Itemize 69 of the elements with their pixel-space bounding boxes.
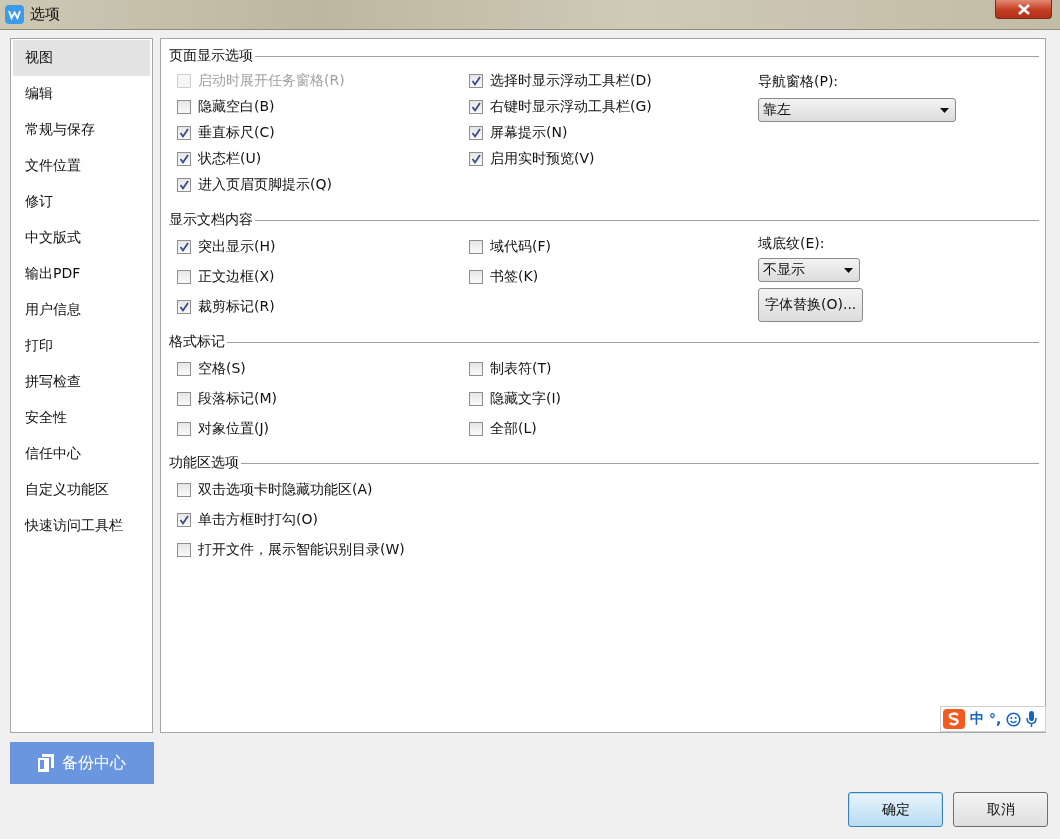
- checkbox[interactable]: 正文边框(X): [177, 262, 275, 292]
- ok-button[interactable]: 确定: [848, 792, 943, 827]
- dropdown[interactable]: 靠左: [758, 98, 956, 122]
- checkbox[interactable]: 全部(L): [469, 414, 537, 444]
- check-icon: [470, 153, 482, 165]
- checkbox[interactable]: 书签(K): [469, 262, 539, 292]
- sidebar-item[interactable]: 安全性: [13, 400, 150, 436]
- checkbox[interactable]: 单击方框时打勾(O): [177, 505, 318, 535]
- checkbox[interactable]: 空格(S): [177, 354, 246, 384]
- checkbox[interactable]: 段落标记(M): [177, 384, 277, 414]
- check-icon: [470, 75, 482, 87]
- smiley-icon[interactable]: [1006, 711, 1022, 727]
- check-icon: [178, 153, 190, 165]
- sidebar-item[interactable]: 打印: [13, 328, 150, 364]
- check-icon: [470, 127, 482, 139]
- section-title: 功能区选项: [169, 454, 239, 472]
- sidebar-item[interactable]: 输出PDF: [13, 256, 150, 292]
- checkbox[interactable]: 垂直标尺(C): [177, 120, 275, 146]
- sidebar-item[interactable]: 常规与保存: [13, 112, 150, 148]
- window-title: 选项: [30, 5, 60, 24]
- sidebar-item[interactable]: 用户信息: [13, 292, 150, 328]
- check-icon: [178, 127, 190, 139]
- checkbox[interactable]: 选择时显示浮动工具栏(D): [469, 68, 652, 94]
- checkbox[interactable]: 域代码(F): [469, 232, 551, 262]
- sidebar-item[interactable]: 信任中心: [13, 436, 150, 472]
- sidebar-item[interactable]: 自定义功能区: [13, 472, 150, 508]
- checkbox[interactable]: 对象位置(J): [177, 414, 270, 444]
- sidebar-item[interactable]: 文件位置: [13, 148, 150, 184]
- section-title: 页面显示选项: [169, 47, 253, 65]
- font-substitution-button[interactable]: 字体替换(O)...: [758, 288, 864, 322]
- dropdown[interactable]: 不显示: [758, 258, 860, 282]
- checkbox[interactable]: 右键时显示浮动工具栏(G): [469, 94, 652, 120]
- field-label: 导航窗格(P):: [758, 72, 839, 91]
- punctuation-toggle[interactable]: °,: [989, 711, 1002, 727]
- checkbox[interactable]: 屏幕提示(N): [469, 120, 568, 146]
- checkbox[interactable]: 状态栏(U): [177, 146, 262, 172]
- checkbox[interactable]: 隐藏文字(I): [469, 384, 562, 414]
- caret-icon: [844, 267, 853, 273]
- document-icon: [38, 754, 54, 772]
- check-icon: [470, 101, 482, 113]
- section-title: 格式标记: [169, 333, 225, 351]
- checkbox[interactable]: 隐藏空白(B): [177, 94, 275, 120]
- checkbox[interactable]: 裁剪标记(R): [177, 292, 275, 322]
- check-icon: [178, 179, 190, 191]
- sidebar-item[interactable]: 视图: [13, 40, 150, 76]
- check-icon: [178, 241, 190, 253]
- caret-icon: [940, 107, 949, 113]
- checkbox[interactable]: 打开文件，展示智能识别目录(W): [177, 535, 405, 565]
- sidebar-item[interactable]: 修订: [13, 184, 150, 220]
- app-logo-icon: [5, 5, 24, 24]
- checkbox[interactable]: 制表符(T): [469, 354, 552, 384]
- check-icon: [178, 514, 190, 526]
- field-label: 域底纹(E):: [758, 234, 825, 253]
- checkbox[interactable]: 双击选项卡时隐藏功能区(A): [177, 475, 373, 505]
- sidebar-item[interactable]: 中文版式: [13, 220, 150, 256]
- check-icon: [178, 301, 190, 313]
- input-method-logo-icon: [943, 709, 965, 729]
- microphone-icon[interactable]: [1026, 710, 1038, 728]
- checkbox[interactable]: 启用实时预览(V): [469, 146, 595, 172]
- sidebar-item[interactable]: 快速访问工具栏: [13, 508, 150, 544]
- checkbox[interactable]: 突出显示(H): [177, 232, 276, 262]
- sidebar-item[interactable]: 编辑: [13, 76, 150, 112]
- checkbox[interactable]: 进入页眉页脚提示(Q): [177, 172, 332, 198]
- close-button[interactable]: [995, 0, 1052, 19]
- section-title: 显示文档内容: [169, 211, 253, 229]
- close-icon: [1017, 3, 1030, 15]
- cancel-button[interactable]: 取消: [953, 792, 1048, 827]
- sidebar-item[interactable]: 拼写检查: [13, 364, 150, 400]
- input-mode-toggle[interactable]: 中: [970, 710, 984, 728]
